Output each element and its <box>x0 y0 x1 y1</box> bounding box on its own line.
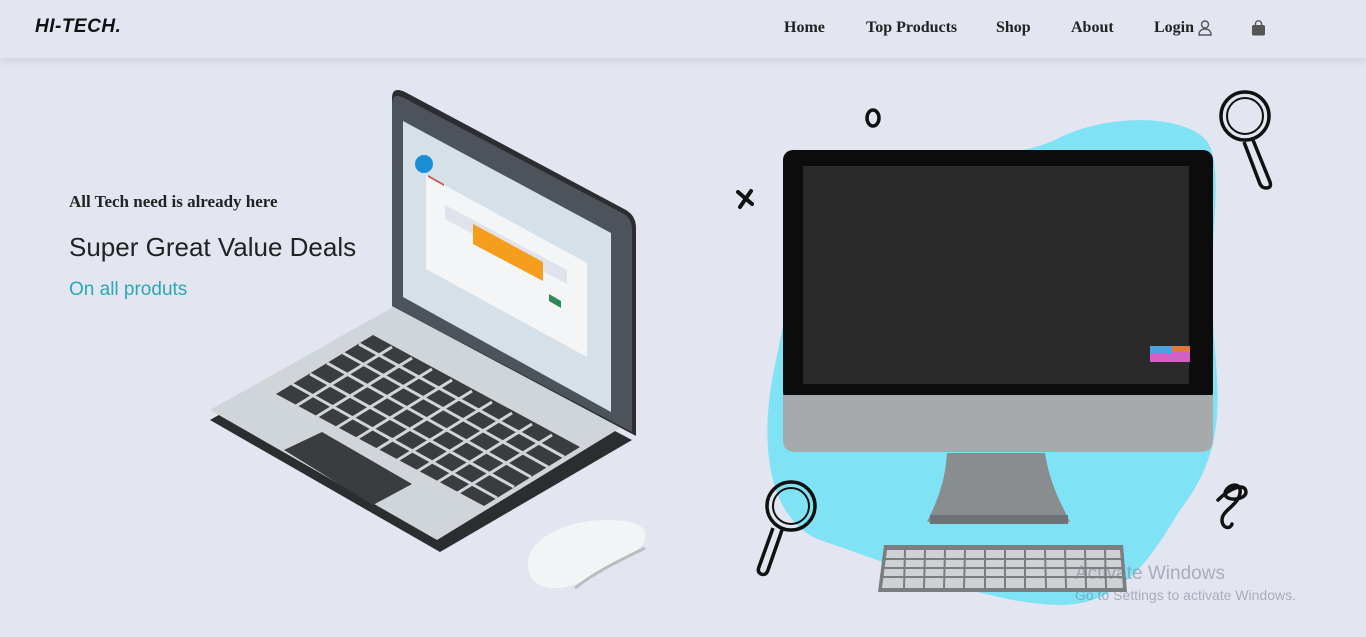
windows-activation-watermark: Activate Windows Go to Settings to activ… <box>1075 563 1296 603</box>
nav-shop[interactable]: Shop <box>996 19 1031 37</box>
user-icon <box>1198 20 1212 36</box>
nav-home[interactable]: Home <box>784 19 825 37</box>
nav-login-label: Login <box>1154 19 1195 36</box>
hero-illustration <box>210 90 1273 606</box>
navbar: HI-TECH. Home Top Products Shop About Lo… <box>0 0 1366 58</box>
imac-screen <box>803 166 1189 384</box>
nav-top-products[interactable]: Top Products <box>866 19 957 37</box>
watermark-subtitle: Go to Settings to activate Windows. <box>1075 587 1296 603</box>
brand-logo[interactable]: HI-TECH. <box>35 16 121 38</box>
shopping-bag-icon <box>1252 20 1265 36</box>
mouse-illustration <box>528 519 646 590</box>
cart-button[interactable] <box>1251 20 1266 41</box>
nav-about[interactable]: About <box>1071 19 1114 37</box>
laptop-illustration <box>210 90 646 590</box>
watermark-title: Activate Windows <box>1075 563 1225 584</box>
nav-login[interactable]: Login <box>1154 19 1212 37</box>
magnifier-icon <box>1219 90 1273 190</box>
